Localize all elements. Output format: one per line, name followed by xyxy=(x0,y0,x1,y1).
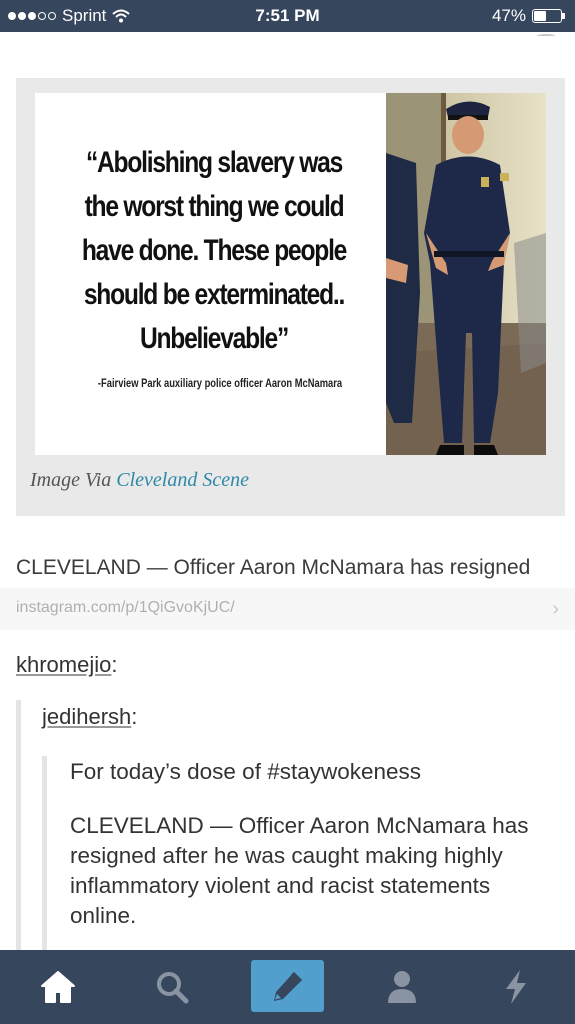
previous-post-edge xyxy=(0,32,575,62)
post-text-paragraph: CLEVELAND — Officer Aaron McNamara has r… xyxy=(70,813,529,928)
battery-group: 47% xyxy=(492,6,565,26)
link-preview-card[interactable]: “Abolishing slavery was the worst thing … xyxy=(16,78,565,516)
reblog-thread-line xyxy=(16,700,21,950)
caption-source-link[interactable]: Cleveland Scene xyxy=(116,469,249,491)
post-text-paragraph: For today’s dose of #staywokeness xyxy=(70,759,422,784)
status-bar: Sprint 7:51 PM 47% xyxy=(0,0,575,32)
compose-icon xyxy=(273,972,302,1001)
bottom-tab-bar xyxy=(0,950,575,1024)
post-edge-divider xyxy=(537,34,555,38)
tab-dashboard[interactable] xyxy=(18,950,98,1024)
reblogger-line: khromejio: xyxy=(16,652,118,678)
image-caption: Image Via Cleveland Scene xyxy=(30,469,249,492)
battery-icon xyxy=(532,9,565,23)
link-url[interactable]: instagram.com/p/1QiGvoKjUC/ xyxy=(16,599,235,617)
link-title[interactable]: CLEVELAND — Officer Aaron McNamara has r… xyxy=(16,556,530,580)
activity-icon xyxy=(506,970,526,1004)
original-poster-line: jedihersh: xyxy=(42,704,137,730)
compose-button[interactable] xyxy=(251,960,324,1012)
image-quote-text: “Abolishing slavery was the worst thing … xyxy=(81,146,347,355)
tab-account[interactable] xyxy=(362,950,442,1024)
battery-percent: 47% xyxy=(491,6,526,25)
post-image[interactable]: “Abolishing slavery was the worst thing … xyxy=(35,93,546,455)
nested-thread-line xyxy=(42,756,47,950)
original-poster-username[interactable]: jedihersh xyxy=(42,704,131,729)
tab-search[interactable] xyxy=(132,950,212,1024)
link-url-row[interactable]: instagram.com/p/1QiGvoKjUC/ › xyxy=(0,588,575,630)
account-icon xyxy=(388,971,416,1003)
image-attribution: -Fairview Park auxiliary police officer … xyxy=(97,376,343,390)
original-poster-colon: : xyxy=(131,704,138,729)
caption-prefix: Image Via xyxy=(30,469,117,491)
search-icon xyxy=(157,972,189,1004)
tab-activity[interactable] xyxy=(476,950,556,1024)
officer-photo xyxy=(386,93,546,455)
home-icon xyxy=(41,971,75,1003)
clock: 7:51 PM xyxy=(255,6,320,25)
chevron-right-icon: › xyxy=(552,598,559,620)
reblogger-colon: : xyxy=(111,652,118,677)
reblogger-username[interactable]: khromejio xyxy=(16,652,111,677)
